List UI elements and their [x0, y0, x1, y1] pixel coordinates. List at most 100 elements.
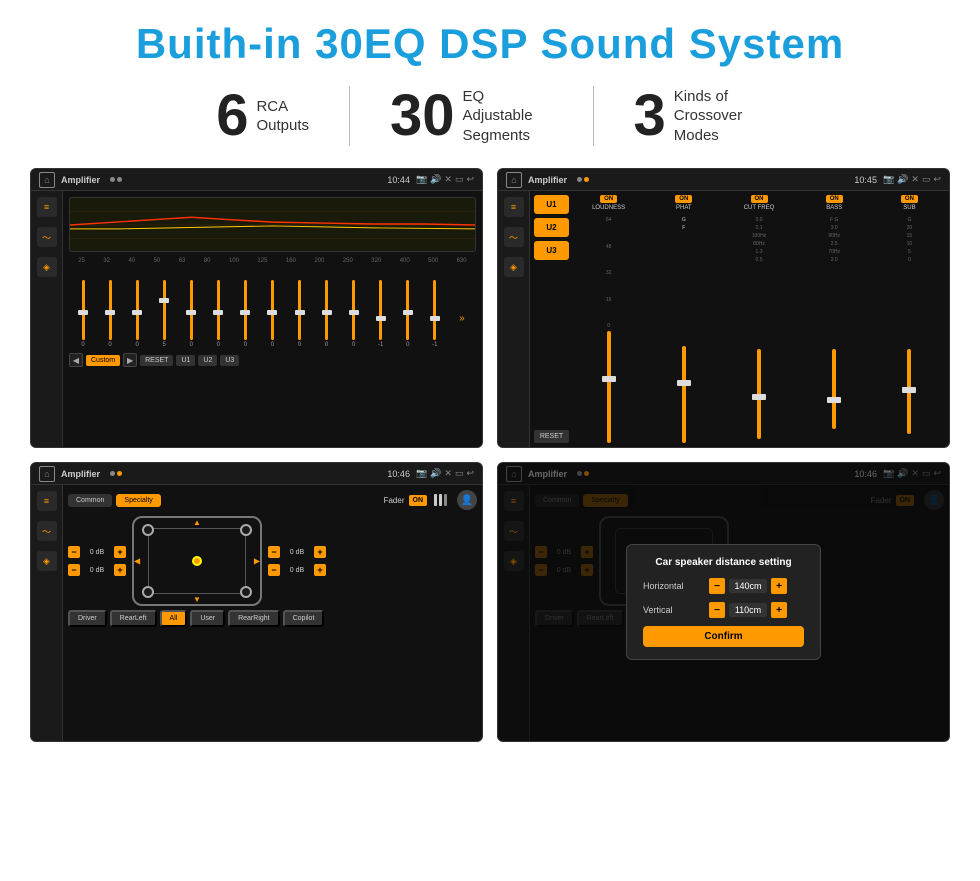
freq-100: 100 [229, 258, 239, 264]
fader-db-rl-plus[interactable]: + [114, 564, 126, 576]
fader-copilot-btn[interactable]: Copilot [283, 610, 325, 627]
fader-user-btn[interactable]: User [190, 610, 225, 627]
fader-screenshot: ⌂ Amplifier 10:46 📷 🔊 ✕ ▭ ↩ ≡ [30, 462, 483, 742]
eq-next-btn[interactable]: ▶ [123, 353, 137, 367]
xover-u3-btn[interactable]: U3 [534, 241, 569, 260]
back-icon: ↩ [466, 174, 474, 185]
xover-u2-btn[interactable]: U2 [534, 218, 569, 237]
xover-sidebar-vol-icon[interactable]: ◈ [504, 257, 524, 277]
cutfreq-label: CUT FREQ [744, 205, 775, 211]
fader-sidebar-vol-icon[interactable]: ◈ [37, 551, 57, 571]
freq-125: 125 [257, 258, 267, 264]
bass-on-badge[interactable]: ON [826, 195, 843, 203]
xover-ch-cutfreq: ON CUT FREQ 3.02.1100Hz80Hz1.30.5 [723, 195, 794, 443]
fader-sidebar-wave-icon[interactable]: 〜 [37, 521, 57, 541]
sub-slider[interactable] [907, 349, 911, 434]
fader-tab-specialty[interactable]: Specialty [116, 494, 160, 507]
freq-630: 630 [457, 258, 467, 264]
speaker-rl [142, 586, 154, 598]
fader-minimize-icon: ▭ [455, 468, 464, 479]
loudness-slider[interactable] [607, 331, 611, 443]
phat-slider[interactable] [682, 346, 686, 443]
eq-reset-btn[interactable]: RESET [140, 355, 173, 366]
main-title: Buith-in 30EQ DSP Sound System [30, 20, 950, 68]
eq-sliders-row: 0 0 0 5 0 0 0 0 0 0 0 -1 0 -1 » [69, 268, 476, 348]
fader-db-fr-minus[interactable]: − [268, 546, 280, 558]
fader-on-badge[interactable]: ON [409, 495, 428, 506]
loudness-on-badge[interactable]: ON [600, 195, 617, 203]
eq-main-content: 25 32 40 50 63 80 100 125 160 200 250 32… [63, 191, 482, 447]
fader-db-rr-minus[interactable]: − [268, 564, 280, 576]
eq-slider-13: -1 [423, 280, 447, 348]
xover-sidebar-wave-icon[interactable]: 〜 [504, 227, 524, 247]
eq-u2-btn[interactable]: U2 [198, 355, 217, 366]
minimize-icon: ▭ [455, 174, 464, 185]
fader-db-rr-val: 0 dB [283, 567, 311, 574]
eq-u1-btn[interactable]: U1 [176, 355, 195, 366]
fader-driver-btn[interactable]: Driver [68, 610, 107, 627]
home-icon[interactable]: ⌂ [39, 172, 55, 188]
fader-close-icon: ✕ [444, 468, 452, 479]
xover-sidebar-eq-icon[interactable]: ≡ [504, 197, 524, 217]
camera-icon: 📷 [416, 174, 427, 185]
car-arrow-down[interactable]: ▼ [193, 595, 201, 604]
xover-reset-btn[interactable]: RESET [534, 430, 569, 443]
eq-slider-expand[interactable]: » [450, 288, 474, 348]
xover-volume-icon: 🔊 [897, 174, 908, 185]
fader-left-controls: − 0 dB + − 0 dB + [68, 546, 126, 576]
dialog-vertical-plus[interactable]: + [771, 602, 787, 618]
eq-status-icons: 📷 🔊 ✕ ▭ ↩ [416, 174, 474, 185]
loudness-label: LOUDNESS [592, 205, 625, 211]
eq-slider-0: 0 [71, 280, 95, 348]
stat-eq: 30 EQ AdjustableSegments [350, 87, 593, 146]
eq-screen-body: ≡ 〜 ◈ [31, 191, 482, 447]
eq-custom-btn[interactable]: Custom [86, 355, 120, 366]
dialog-horizontal-plus[interactable]: + [771, 578, 787, 594]
fader-rearleft-btn[interactable]: RearLeft [110, 610, 157, 627]
stat-crossover-label: Kinds ofCrossover Modes [674, 87, 764, 146]
dialog-confirm-button[interactable]: Confirm [643, 626, 804, 647]
eq-sidebar-vol-icon[interactable]: ◈ [37, 257, 57, 277]
fader-tab-common[interactable]: Common [68, 494, 112, 507]
speaker-distance-dialog: Car speaker distance setting Horizontal … [626, 544, 821, 660]
xover-left-panel: U1 U2 U3 RESET [534, 195, 569, 443]
fader-db-fl-plus[interactable]: + [114, 546, 126, 558]
freq-50: 50 [154, 258, 161, 264]
fader-bottom-row: Driver RearLeft All User RearRight Copil… [68, 610, 477, 627]
eq-status-bar: ⌂ Amplifier 10:44 📷 🔊 ✕ ▭ ↩ [31, 169, 482, 191]
fader-sidebar-eq-icon[interactable]: ≡ [37, 491, 57, 511]
eq-prev-btn[interactable]: ◀ [69, 353, 83, 367]
freq-320: 320 [371, 258, 381, 264]
car-arrow-left[interactable]: ◀ [134, 557, 140, 566]
fader-diagram-area: − 0 dB + − 0 dB + [68, 516, 477, 606]
fader-db-rr-plus[interactable]: + [314, 564, 326, 576]
dialog-vertical-minus[interactable]: − [709, 602, 725, 618]
stat-crossover-number: 3 [634, 87, 666, 145]
dialog-horizontal-minus[interactable]: − [709, 578, 725, 594]
eq-sidebar-wave-icon[interactable]: 〜 [37, 227, 57, 247]
fader-dot-1 [110, 471, 115, 476]
xover-u1-btn[interactable]: U1 [534, 195, 569, 214]
fader-db-fl-minus[interactable]: − [68, 546, 80, 558]
phat-on-badge[interactable]: ON [675, 195, 692, 203]
freq-400: 400 [400, 258, 410, 264]
dialog-horizontal-ctrl: − 140cm + [709, 578, 787, 594]
eq-sidebar-eq-icon[interactable]: ≡ [37, 197, 57, 217]
xover-home-icon[interactable]: ⌂ [506, 172, 522, 188]
fader-rearright-btn[interactable]: RearRight [228, 610, 280, 627]
xover-ch-sub: ON SUB G20151050 [874, 195, 945, 443]
car-arrow-right[interactable]: ▶ [254, 557, 260, 566]
fader-home-icon[interactable]: ⌂ [39, 466, 55, 482]
cutfreq-on-badge[interactable]: ON [751, 195, 768, 203]
dialog-vertical-value: 110cm [729, 603, 767, 617]
sub-on-badge[interactable]: ON [901, 195, 918, 203]
xover-channels: ON LOUDNESS 64 48 32 16 0 [573, 195, 945, 443]
car-arrow-up[interactable]: ▲ [193, 518, 201, 527]
fader-db-rl-minus[interactable]: − [68, 564, 80, 576]
cutfreq-slider[interactable] [757, 349, 761, 439]
bass-slider[interactable] [832, 349, 836, 429]
fader-all-btn[interactable]: All [160, 610, 188, 627]
eq-u3-btn[interactable]: U3 [220, 355, 239, 366]
fader-db-fr-plus[interactable]: + [314, 546, 326, 558]
xover-time: 10:45 [854, 175, 877, 185]
